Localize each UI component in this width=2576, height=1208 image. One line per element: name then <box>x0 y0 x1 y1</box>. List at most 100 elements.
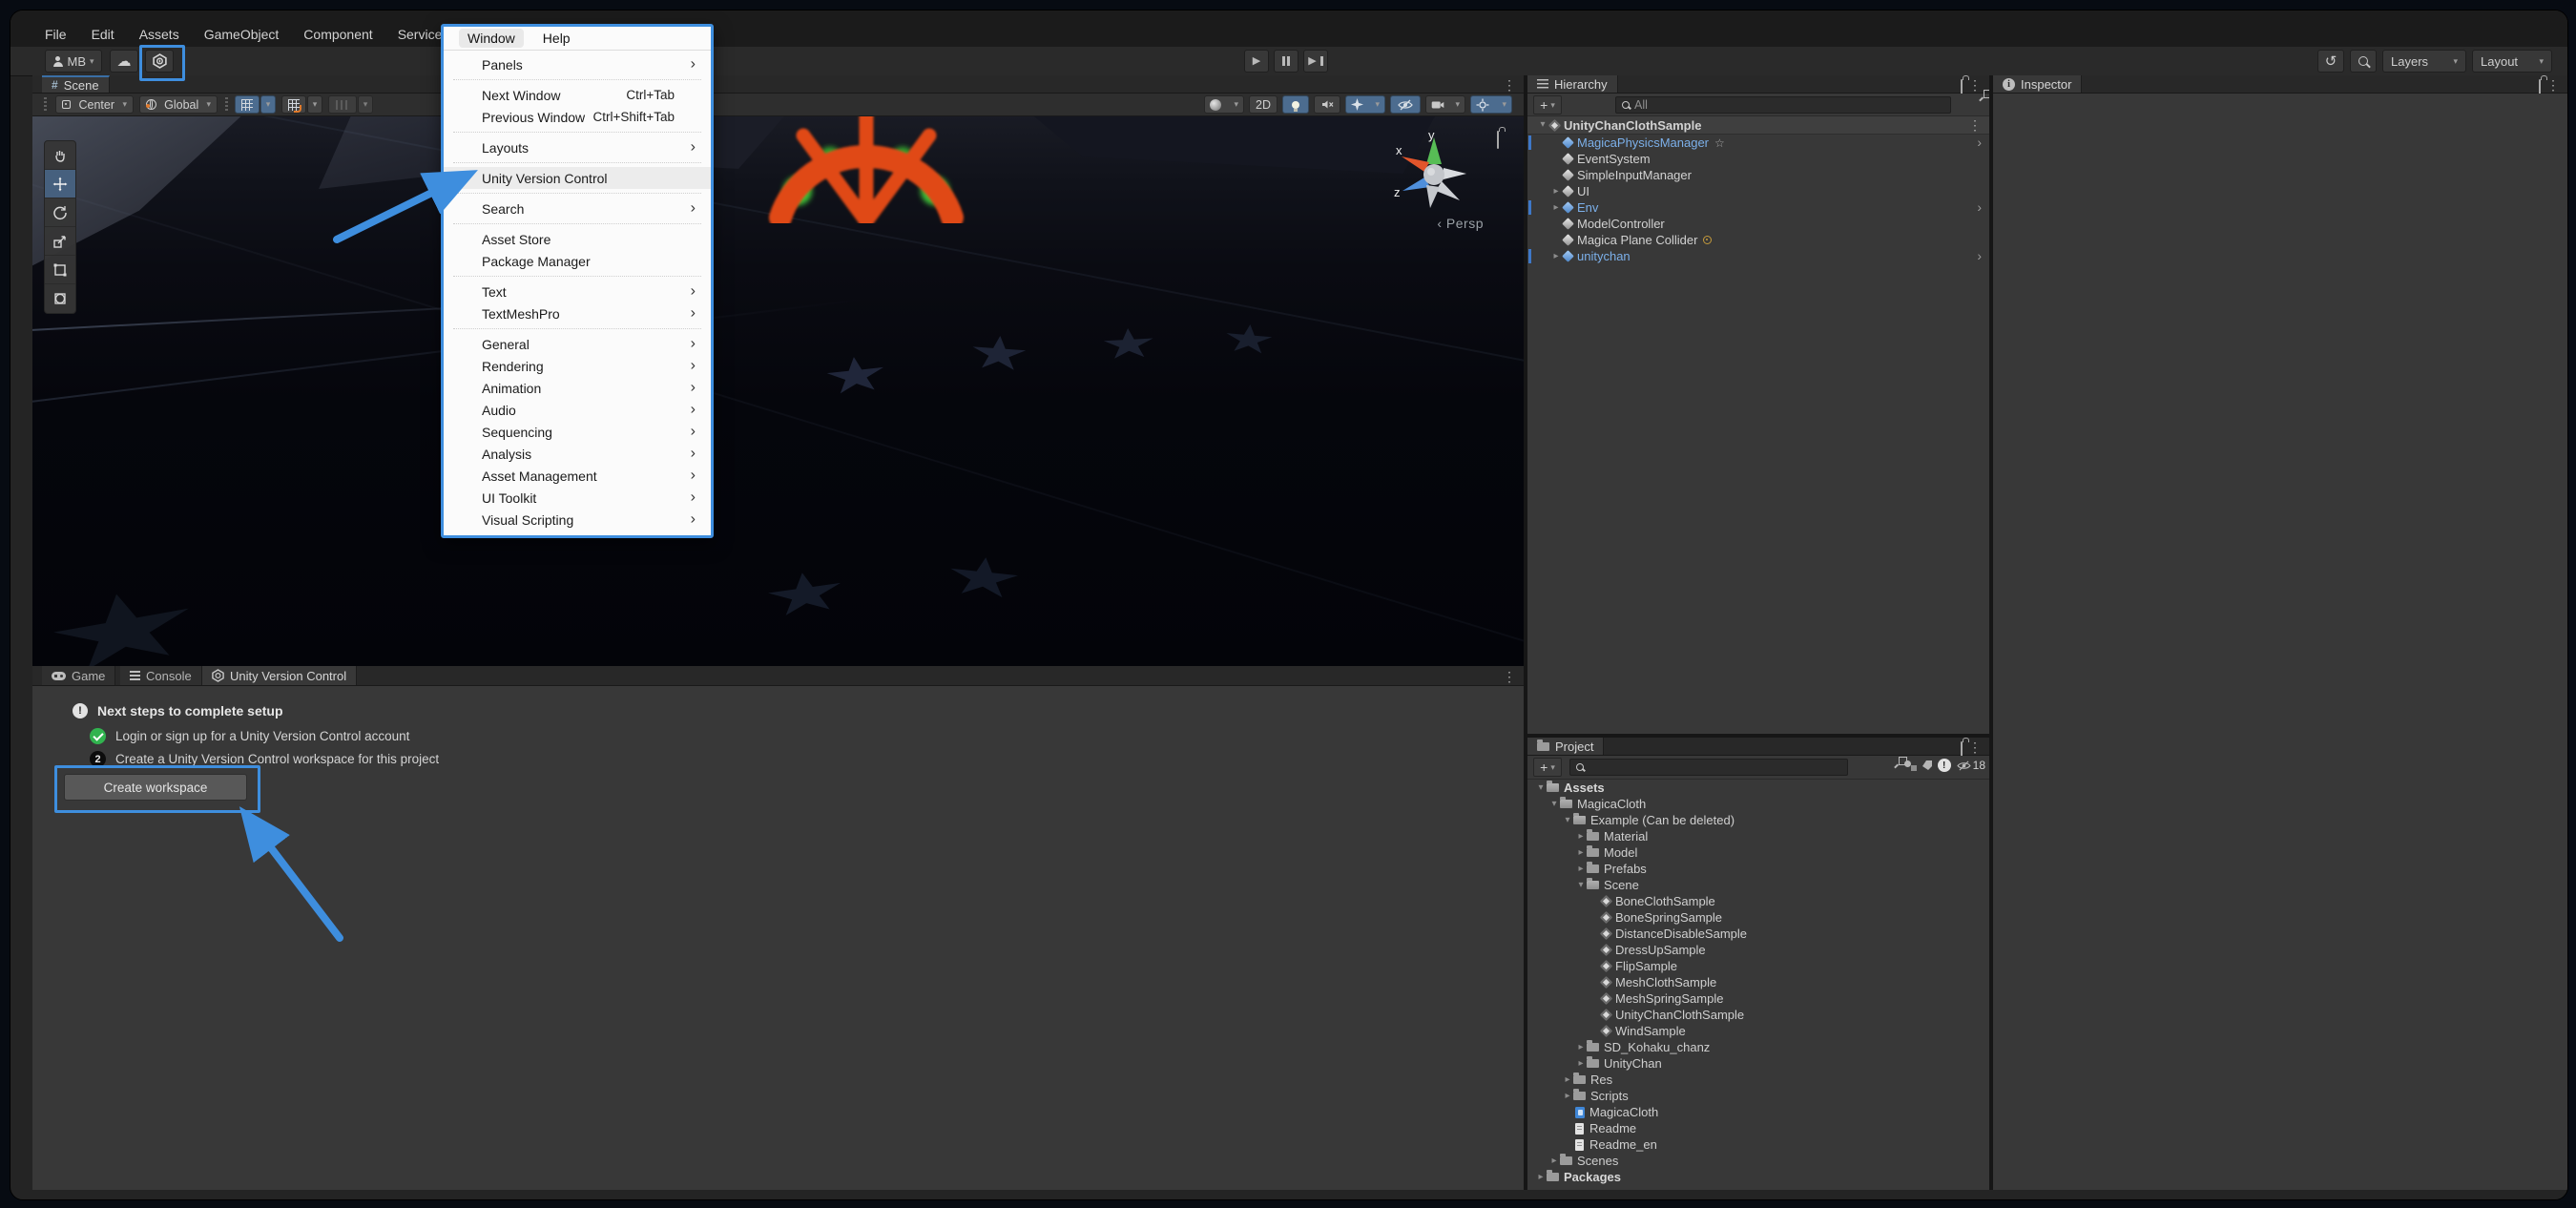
open-prefab-chevron-icon[interactable]: › <box>1977 135 1982 150</box>
project-row[interactable]: ▸ Res <box>1527 1072 1989 1088</box>
asset-types-icon[interactable] <box>1903 760 1917 771</box>
view-hand-tool[interactable] <box>45 141 75 170</box>
effects-dropdown[interactable]: ▾ <box>1345 95 1385 114</box>
menu-item-asset-management[interactable]: Asset Management <box>444 465 711 487</box>
grid-visibility-caret[interactable]: ▾ <box>260 95 276 114</box>
tab-inspector[interactable]: i Inspector <box>1993 75 2083 93</box>
grid-snap-caret[interactable]: ▾ <box>307 95 322 114</box>
layers-dropdown[interactable]: Layers ▾ <box>2382 50 2466 73</box>
project-row[interactable]: DressUpSample <box>1527 942 1989 958</box>
project-row[interactable]: FlipSample <box>1527 958 1989 974</box>
expanded-arrow-icon[interactable]: ▾ <box>1562 815 1573 825</box>
draw-mode-dropdown[interactable]: ▾ <box>1204 95 1244 114</box>
collapsed-arrow-icon[interactable]: ▸ <box>1575 847 1587 858</box>
menu-item-sequencing[interactable]: Sequencing <box>444 421 711 443</box>
collapsed-arrow-icon[interactable]: ▸ <box>1562 1091 1573 1101</box>
menu-component[interactable]: Component <box>303 26 372 43</box>
menu-item-rendering[interactable]: Rendering <box>444 355 711 377</box>
collapsed-arrow-icon[interactable]: ▸ <box>1548 1156 1560 1166</box>
snap-increment-caret[interactable]: ▾ <box>358 95 373 114</box>
audio-toggle-button[interactable] <box>1314 95 1340 114</box>
create-workspace-button[interactable]: Create workspace <box>64 774 247 801</box>
undo-history-button[interactable]: ↺ <box>2317 50 2344 73</box>
gizmo-lock-icon[interactable] <box>1497 131 1499 149</box>
collapsed-arrow-icon[interactable]: ▸ <box>1562 1074 1573 1085</box>
collapsed-arrow-icon[interactable]: ▸ <box>1550 186 1562 197</box>
menu-edit[interactable]: Edit <box>92 26 114 43</box>
menu-item-visual-scripting[interactable]: Visual Scripting <box>444 509 711 531</box>
menu-item-audio[interactable]: Audio <box>444 399 711 421</box>
open-prefab-chevron-icon[interactable]: › <box>1977 199 1982 215</box>
tool-orientation-dropdown[interactable]: Global ▾ <box>139 95 218 114</box>
project-row[interactable]: ▸ Scripts <box>1527 1088 1989 1104</box>
transform-tool[interactable] <box>45 284 75 313</box>
move-tool[interactable] <box>45 170 75 198</box>
project-row[interactable]: ▾ MagicaCloth <box>1527 796 1989 812</box>
menu-item-analysis[interactable]: Analysis <box>444 443 711 465</box>
step-button[interactable]: ▶ <box>1303 50 1328 73</box>
layout-dropdown[interactable]: Layout ▾ <box>2472 50 2552 73</box>
tab-project[interactable]: Project <box>1527 738 1605 755</box>
tab-unity-version-control[interactable]: Unity Version Control <box>202 666 358 685</box>
menu-item-general[interactable]: General <box>444 333 711 355</box>
scene-kebab-icon[interactable]: ⋮ <box>1503 78 1516 92</box>
open-prefab-chevron-icon[interactable]: › <box>1977 248 1982 263</box>
project-row[interactable]: Readme_en <box>1527 1136 1989 1153</box>
scene-visibility-button[interactable] <box>1390 95 1421 114</box>
menu-window[interactable]: Window <box>459 29 524 48</box>
project-row[interactable]: BoneSpringSample <box>1527 909 1989 926</box>
project-search-input[interactable] <box>1569 759 1848 776</box>
lighting-toggle-button[interactable] <box>1282 95 1309 114</box>
version-control-button[interactable] <box>145 50 174 73</box>
grid-snap-button[interactable] <box>281 95 306 114</box>
expanded-arrow-icon[interactable]: ▾ <box>1548 799 1560 809</box>
star-icon[interactable]: ☆ <box>1714 136 1725 150</box>
menu-assets[interactable]: Assets <box>139 26 179 43</box>
project-row[interactable]: DistanceDisableSample <box>1527 926 1989 942</box>
hierarchy-row[interactable]: MagicaPhysicsManager ☆ › <box>1527 135 1989 151</box>
tab-console[interactable]: Console <box>120 666 202 685</box>
2d-toggle-button[interactable]: 2D <box>1249 95 1278 114</box>
project-row[interactable]: BoneClothSample <box>1527 893 1989 909</box>
menu-help[interactable]: Help <box>537 29 576 48</box>
tab-hierarchy[interactable]: Hierarchy <box>1527 75 1618 93</box>
hidden-count[interactable]: 18 <box>1957 759 1985 772</box>
collapsed-arrow-icon[interactable]: ▸ <box>1550 251 1562 261</box>
project-row[interactable]: ▾ Example (Can be deleted) <box>1527 812 1989 828</box>
expanded-arrow-icon[interactable]: ▾ <box>1537 120 1548 130</box>
menu-item-panels[interactable]: Panels <box>444 53 711 75</box>
add-object-button[interactable]: + ▾ <box>1533 95 1562 115</box>
project-row[interactable]: ▸ Packages <box>1527 1169 1989 1185</box>
toolbar-grip[interactable] <box>44 97 47 112</box>
project-row[interactable]: ▸ Prefabs <box>1527 861 1989 877</box>
menu-item-next-window[interactable]: Next Window Ctrl+Tab <box>444 84 711 106</box>
tool-pivot-dropdown[interactable]: Center ▾ <box>55 95 134 114</box>
project-row[interactable]: ▸ UnityChan <box>1527 1055 1989 1072</box>
collapsed-arrow-icon[interactable]: ▸ <box>1550 202 1562 213</box>
expanded-arrow-icon[interactable]: ▾ <box>1535 782 1547 793</box>
project-row[interactable]: MagicaCloth <box>1527 1104 1989 1120</box>
persp-label[interactable]: ‹ Persp <box>1437 216 1484 231</box>
tab-scene[interactable]: # Scene <box>42 75 110 93</box>
project-row[interactable]: UnityChanClothSample <box>1527 1007 1989 1023</box>
project-row[interactable]: ▾ Scene <box>1527 877 1989 893</box>
menu-item-animation[interactable]: Animation <box>444 377 711 399</box>
search-button[interactable] <box>2350 50 2377 73</box>
panel-kebab-icon[interactable]: ⋮ <box>1968 78 1982 92</box>
scene-viewport[interactable]: y x z ‹ Persp <box>32 116 1524 666</box>
collapsed-arrow-icon[interactable]: ▸ <box>1575 831 1587 842</box>
scale-tool[interactable] <box>45 227 75 256</box>
hierarchy-row[interactable]: ▸ UI <box>1527 183 1989 199</box>
project-row[interactable]: ▸ Scenes <box>1527 1153 1989 1169</box>
menu-item-search[interactable]: Search <box>444 198 711 219</box>
snap-increment-button[interactable] <box>328 95 357 114</box>
hierarchy-row[interactable]: SimpleInputManager <box>1527 167 1989 183</box>
vertical-splitter[interactable] <box>1524 75 1527 1190</box>
menu-item-text[interactable]: Text <box>444 281 711 302</box>
project-row[interactable]: ▸ Material <box>1527 828 1989 844</box>
add-asset-button[interactable]: + ▾ <box>1533 758 1562 777</box>
tab-game[interactable]: Game <box>42 666 116 685</box>
menu-item-asset-store[interactable]: Asset Store <box>444 228 711 250</box>
hierarchy-row[interactable]: ▸ Env › <box>1527 199 1989 216</box>
label-tag-icon[interactable] <box>1922 760 1932 770</box>
